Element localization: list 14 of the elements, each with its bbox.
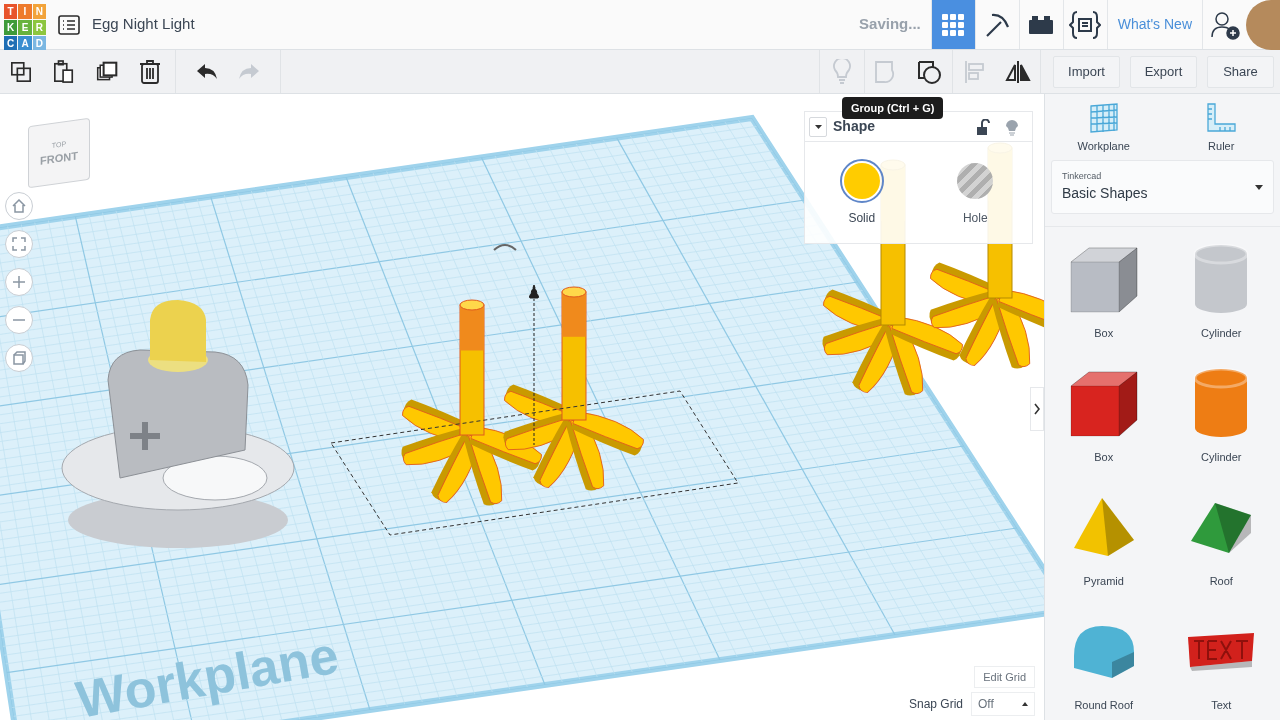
logo-letter: R bbox=[32, 20, 46, 35]
snap-grid-label: Snap Grid bbox=[908, 696, 963, 713]
logo-letter: E bbox=[18, 20, 32, 35]
logo-letter: K bbox=[4, 20, 18, 35]
saving-status: Saving... bbox=[859, 14, 921, 35]
inspector-title: Shape bbox=[833, 117, 875, 136]
workplane-label: Workplane bbox=[71, 625, 343, 720]
library-name: Basic Shapes bbox=[1062, 184, 1149, 204]
view-cube-front-label: FRONT bbox=[40, 148, 78, 169]
library-source: Tinkercad bbox=[1062, 169, 1103, 183]
logo-letter: I bbox=[18, 4, 32, 19]
logo-letter: N bbox=[32, 4, 46, 19]
logo-letter: T bbox=[4, 4, 18, 19]
tooltip: Group (Ctrl + G) bbox=[842, 97, 944, 119]
